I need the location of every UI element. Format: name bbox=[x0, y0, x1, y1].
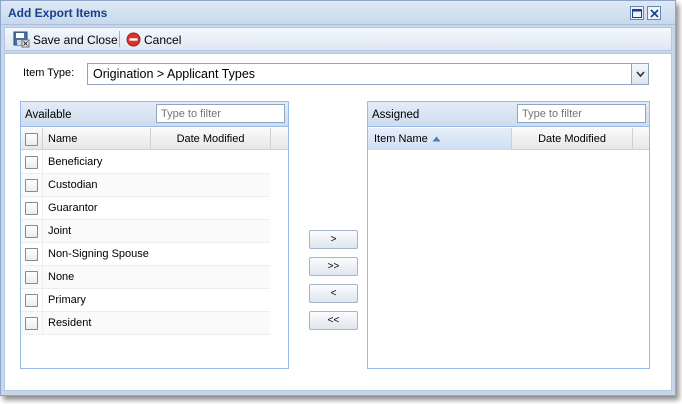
toolbar: Save and Close Cancel bbox=[4, 27, 672, 51]
available-list-item[interactable]: Joint bbox=[21, 219, 270, 243]
item-name: Custodian bbox=[48, 179, 98, 191]
row-checkbox[interactable] bbox=[25, 178, 38, 192]
row-checkbox[interactable] bbox=[25, 155, 38, 169]
title-bar[interactable]: Add Export Items bbox=[1, 1, 675, 25]
assigned-column-headers: Item Name Date Modified bbox=[368, 128, 649, 150]
maximize-icon bbox=[632, 8, 642, 18]
available-name-column-label: Name bbox=[48, 133, 78, 145]
available-select-all-cell bbox=[21, 128, 43, 150]
close-button[interactable] bbox=[647, 6, 661, 20]
row-checkbox-cell bbox=[21, 219, 43, 243]
available-select-all-checkbox[interactable] bbox=[25, 132, 38, 146]
assigned-grid-header: Assigned bbox=[368, 102, 649, 127]
close-icon bbox=[649, 8, 659, 18]
row-checkbox[interactable] bbox=[25, 316, 38, 330]
assigned-filter-input[interactable] bbox=[517, 104, 646, 123]
row-checkbox-cell bbox=[21, 196, 43, 220]
available-title: Available bbox=[25, 109, 72, 121]
dialog-body: Item Type: Origination > Applicant Types… bbox=[4, 53, 672, 391]
row-checkbox-cell bbox=[21, 173, 43, 197]
item-name: Guarantor bbox=[48, 202, 98, 214]
available-date-column[interactable]: Date Modified bbox=[151, 128, 271, 150]
assigned-item-name-column-label: Item Name bbox=[374, 133, 428, 145]
remove-all-button[interactable]: << bbox=[309, 311, 358, 330]
save-close-icon bbox=[13, 31, 30, 48]
item-type-dropdown-trigger[interactable] bbox=[631, 64, 648, 84]
save-and-close-button[interactable]: Save and Close bbox=[13, 31, 118, 48]
available-filter-input[interactable] bbox=[156, 104, 285, 123]
export-items-window: Add Export Items Save and Close Cancel I… bbox=[0, 0, 676, 396]
sort-ascending-icon bbox=[432, 136, 441, 142]
item-name: Beneficiary bbox=[48, 156, 103, 168]
assigned-title: Assigned bbox=[372, 109, 420, 121]
available-list-item[interactable]: Resident bbox=[21, 311, 270, 335]
available-rows: Beneficiary Custodian Guarantor Joint Non-Si… bbox=[21, 150, 270, 335]
item-name: Joint bbox=[48, 225, 72, 237]
assigned-item-name-column[interactable]: Item Name bbox=[368, 128, 512, 150]
cancel-button[interactable]: Cancel bbox=[126, 31, 181, 48]
chevron-down-icon bbox=[635, 71, 645, 77]
item-name: Resident bbox=[48, 317, 92, 329]
row-checkbox-cell bbox=[21, 242, 43, 266]
remove-selected-button[interactable]: < bbox=[309, 284, 358, 303]
add-selected-button[interactable]: > bbox=[309, 230, 358, 249]
item-type-combo[interactable]: Origination > Applicant Types bbox=[87, 63, 649, 85]
row-checkbox[interactable] bbox=[25, 293, 38, 307]
cancel-label: Cancel bbox=[144, 32, 182, 47]
item-type-value: Origination > Applicant Types bbox=[93, 67, 256, 81]
available-list-item[interactable]: Beneficiary bbox=[21, 150, 270, 174]
available-grid-header: Available bbox=[21, 102, 288, 127]
window-title: Add Export Items bbox=[8, 6, 108, 20]
available-list-item[interactable]: Guarantor bbox=[21, 196, 270, 220]
available-date-column-label: Date Modified bbox=[176, 133, 245, 145]
item-type-label: Item Type: bbox=[23, 67, 75, 79]
available-list-item[interactable]: Primary bbox=[21, 288, 270, 312]
item-name: Non-Signing Spouse bbox=[48, 248, 149, 260]
assigned-grid: Assigned Item Name Date Modified bbox=[367, 101, 650, 369]
row-checkbox-cell bbox=[21, 311, 43, 335]
row-checkbox[interactable] bbox=[25, 201, 38, 215]
row-checkbox[interactable] bbox=[25, 247, 38, 261]
row-checkbox[interactable] bbox=[25, 270, 38, 284]
available-name-column[interactable]: Name bbox=[43, 128, 151, 150]
row-checkbox-cell bbox=[21, 150, 43, 174]
available-grid: Available Name Date Modified Beneficiary… bbox=[20, 101, 289, 369]
maximize-button[interactable] bbox=[630, 6, 644, 20]
item-name: None bbox=[48, 271, 75, 283]
row-checkbox-cell bbox=[21, 288, 43, 312]
toolbar-separator bbox=[119, 31, 120, 47]
row-checkbox[interactable] bbox=[25, 224, 38, 238]
row-checkbox-cell bbox=[21, 265, 43, 289]
available-list-item[interactable]: Non-Signing Spouse bbox=[21, 242, 270, 266]
available-list-item[interactable]: None bbox=[21, 265, 270, 289]
assigned-date-column-label: Date Modified bbox=[538, 133, 606, 145]
add-all-button[interactable]: >> bbox=[309, 257, 358, 276]
assigned-date-column[interactable]: Date Modified bbox=[512, 128, 633, 150]
available-list-item[interactable]: Custodian bbox=[21, 173, 270, 197]
item-name: Primary bbox=[48, 294, 86, 306]
available-column-headers: Name Date Modified bbox=[21, 128, 288, 150]
save-and-close-label: Save and Close bbox=[33, 32, 118, 47]
cancel-icon bbox=[126, 32, 141, 47]
